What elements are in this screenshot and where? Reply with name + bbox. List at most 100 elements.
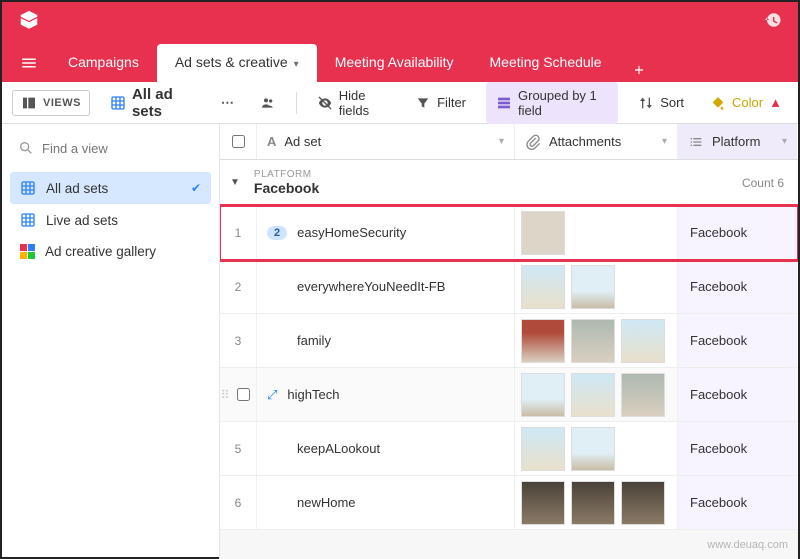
color-button[interactable]: Color ▲ (704, 91, 788, 115)
sort-button[interactable]: Sort (632, 91, 690, 115)
views-sidebar-toggle[interactable]: VIEWS (12, 90, 90, 116)
row-checkbox[interactable] (237, 388, 250, 401)
record-name: easyHomeSecurity (297, 225, 406, 240)
attachment-thumbnail[interactable] (621, 373, 665, 417)
drag-handle-icon[interactable]: ⠿ (220, 368, 230, 421)
table-row[interactable]: 1 2 easyHomeSecurity Facebook (220, 206, 798, 260)
color-label: Color (732, 95, 763, 110)
menu-button[interactable] (14, 44, 44, 82)
history-icon[interactable] (764, 11, 782, 29)
chevron-down-icon[interactable]: ▾ (499, 136, 504, 147)
hide-fields-button[interactable]: Hide fields (311, 84, 395, 122)
cell-attachments[interactable] (514, 260, 677, 313)
app-header: Campaigns Ad sets & creative▾ Meeting Av… (2, 2, 798, 82)
row-number: 3 (220, 314, 256, 367)
column-label: Ad set (284, 134, 321, 149)
watermark: www.deuaq.com (707, 539, 788, 551)
cell-adset[interactable]: 2 easyHomeSecurity (256, 206, 514, 259)
cell-adset[interactable]: ⤢ highTech (256, 368, 514, 421)
collapse-triangle-icon[interactable]: ▼ (230, 177, 240, 188)
tab-adsets-creative[interactable]: Ad sets & creative▾ (157, 44, 317, 82)
cell-adset[interactable]: keepALookout (256, 422, 514, 475)
cell-attachments[interactable] (514, 206, 677, 259)
table-row[interactable]: 3 family Facebook (220, 314, 798, 368)
cell-attachments[interactable] (514, 422, 677, 475)
hide-fields-label: Hide fields (339, 88, 389, 118)
tab-meeting-availability[interactable]: Meeting Availability (317, 44, 472, 82)
cell-adset[interactable]: family (256, 314, 514, 367)
view-more-button[interactable]: ⋯ (215, 91, 240, 115)
attachment-thumbnail[interactable] (521, 319, 565, 363)
filter-button[interactable]: Filter (409, 91, 472, 115)
gallery-view-icon (20, 244, 35, 259)
column-header-row: A Ad set ▾ Attachments ▾ Platform ▾ (220, 124, 798, 160)
row-number: 5 (220, 422, 256, 475)
attachment-thumbnail[interactable] (621, 481, 665, 525)
sidebar-item-live-ad-sets[interactable]: Live ad sets (10, 204, 211, 236)
column-label: Attachments (549, 134, 621, 149)
select-all-cell[interactable] (220, 124, 256, 159)
grid-view-icon (20, 212, 36, 228)
table-row[interactable]: 6 newHome Facebook (220, 476, 798, 530)
chevron-down-icon[interactable]: ▾ (782, 136, 787, 147)
attachment-thumbnail[interactable] (571, 265, 615, 309)
attachment-thumbnail[interactable] (571, 427, 615, 471)
attachment-thumbnail[interactable] (571, 373, 615, 417)
select-all-checkbox[interactable] (232, 135, 245, 148)
attachment-thumbnail[interactable] (521, 211, 565, 255)
cell-platform[interactable]: Facebook (677, 206, 797, 259)
sidebar-item-ad-creative-gallery[interactable]: Ad creative gallery (10, 236, 211, 267)
attachment-thumbnail[interactable] (521, 373, 565, 417)
linked-count-badge: 2 (267, 226, 287, 240)
text-field-icon: A (267, 134, 276, 149)
current-view-button[interactable]: All ad sets (104, 82, 201, 124)
collaborators-button[interactable] (254, 91, 282, 115)
cell-platform[interactable]: Facebook (677, 422, 797, 475)
cell-platform[interactable]: Facebook (677, 476, 797, 529)
rows-container: 1 2 easyHomeSecurity Facebook 2 everywhe… (220, 206, 798, 530)
tab-label: Ad sets & creative (175, 54, 288, 70)
table-row[interactable]: 2 everywhereYouNeedIt-FB Facebook (220, 260, 798, 314)
group-label: Grouped by 1 field (518, 88, 608, 118)
attachment-thumbnail[interactable] (571, 481, 615, 525)
cell-platform[interactable]: Facebook (677, 368, 797, 421)
find-view-input[interactable] (42, 141, 218, 156)
group-header[interactable]: ▼ PLATFORM Facebook Count 6 (220, 160, 798, 206)
table-row[interactable]: 5 keepALookout Facebook (220, 422, 798, 476)
tab-campaigns[interactable]: Campaigns (50, 44, 157, 82)
group-title-block: PLATFORM Facebook (254, 169, 319, 196)
attachment-thumbnail[interactable] (521, 265, 565, 309)
record-name: family (297, 333, 331, 348)
view-toolbar: VIEWS All ad sets ⋯ Hide fields Filter G… (2, 82, 798, 124)
cell-platform[interactable]: Facebook (677, 314, 797, 367)
expand-record-icon[interactable]: ⤢ (267, 387, 277, 403)
sidebar-item-all-ad-sets[interactable]: All ad sets ✔ (10, 172, 211, 204)
attachment-thumbnail[interactable] (521, 481, 565, 525)
body-split: All ad sets ✔ Live ad sets Ad creative g… (2, 124, 798, 559)
row-checkbox-cell[interactable] (230, 368, 256, 421)
attachment-thumbnail[interactable] (521, 427, 565, 471)
table-row[interactable]: ⠿ ⤢ highTech Facebook (220, 368, 798, 422)
add-table-button[interactable] (620, 63, 658, 82)
group-button[interactable]: Grouped by 1 field (486, 82, 618, 124)
eye-off-icon (317, 95, 333, 111)
current-view-name: All ad sets (132, 86, 195, 120)
cell-platform[interactable]: Facebook (677, 260, 797, 313)
cell-attachments[interactable] (514, 368, 677, 421)
chevron-down-icon[interactable]: ▾ (662, 136, 667, 147)
tab-meeting-schedule[interactable]: Meeting Schedule (472, 44, 620, 82)
cell-adset[interactable]: newHome (256, 476, 514, 529)
column-header-adset[interactable]: A Ad set ▾ (256, 124, 514, 159)
attachment-thumbnail[interactable] (571, 319, 615, 363)
header-top-bar (2, 2, 798, 38)
sidebar-item-label: All ad sets (46, 181, 108, 196)
cell-attachments[interactable] (514, 476, 677, 529)
row-number: 2 (220, 260, 256, 313)
attachment-thumbnail[interactable] (621, 319, 665, 363)
people-icon (260, 95, 276, 111)
cell-adset[interactable]: everywhereYouNeedIt-FB (256, 260, 514, 313)
column-header-attachments[interactable]: Attachments ▾ (514, 124, 677, 159)
cell-attachments[interactable] (514, 314, 677, 367)
column-header-platform[interactable]: Platform ▾ (677, 124, 797, 159)
warning-icon: ▲ (769, 95, 782, 110)
